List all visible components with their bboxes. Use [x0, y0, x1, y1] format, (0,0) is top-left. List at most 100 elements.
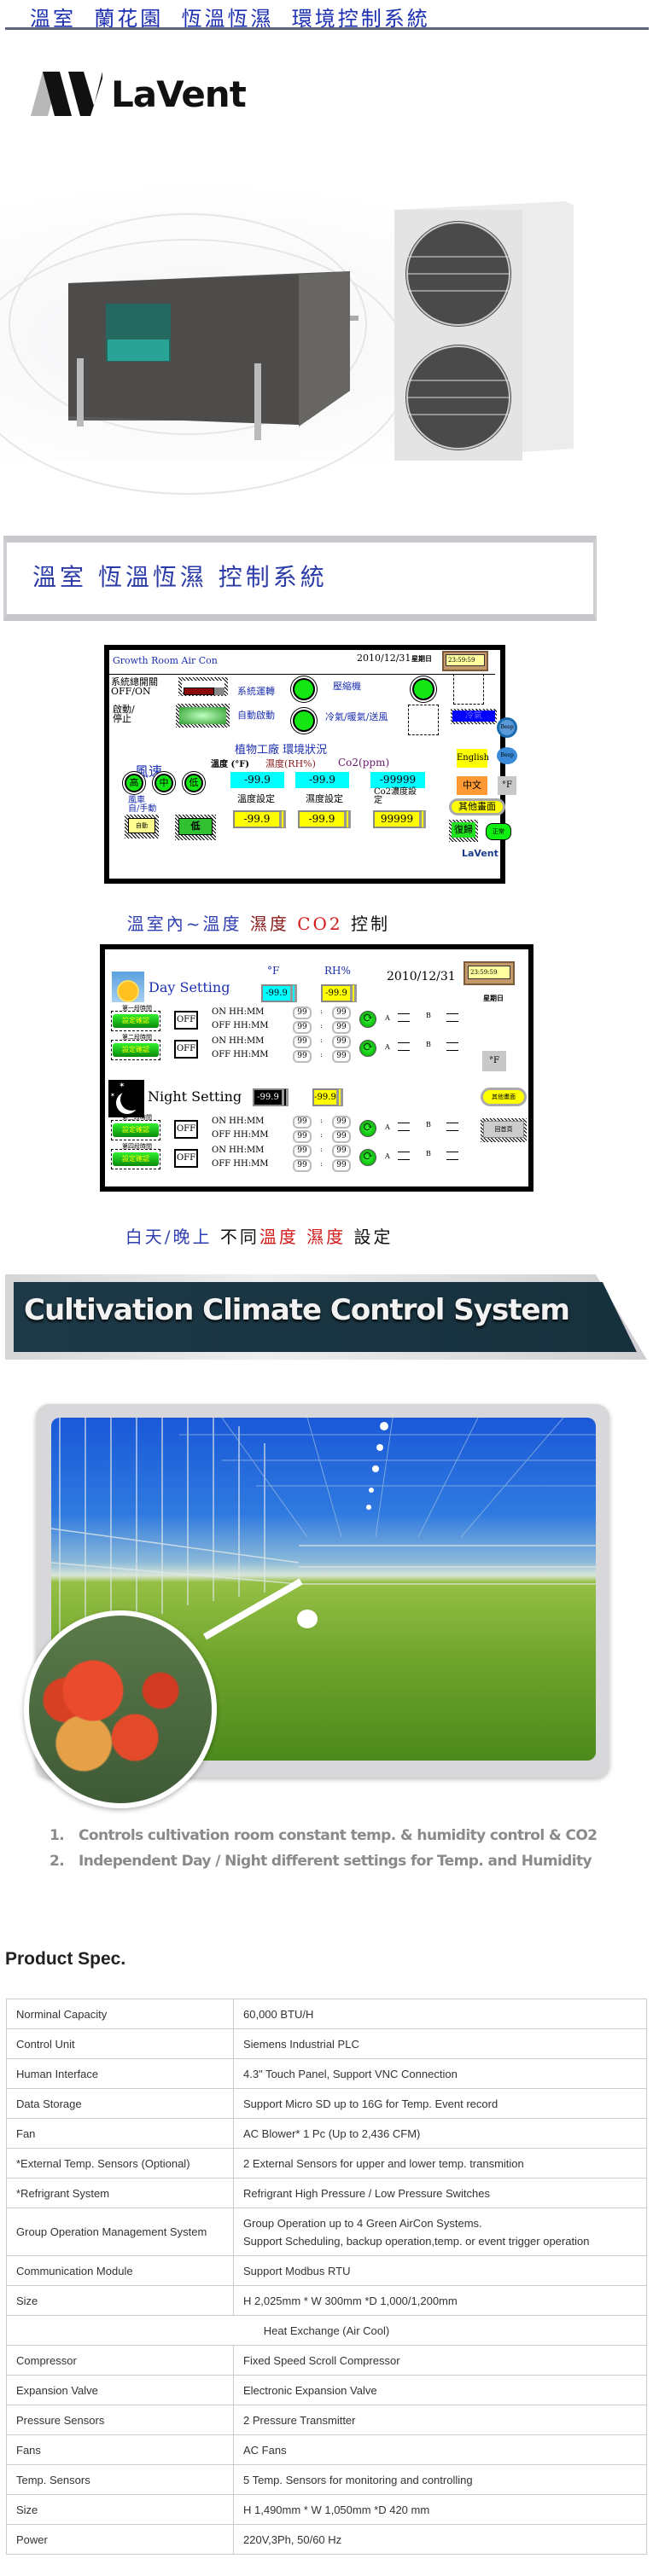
- timer-confirm-button[interactable]: 設定確認: [113, 1014, 159, 1028]
- timer-confirm-button[interactable]: 設定確認: [113, 1152, 159, 1166]
- spec-value: Support Micro SD up to 16G for Temp. Eve…: [233, 2088, 647, 2119]
- logo-wordmark: LaVent: [111, 73, 247, 115]
- timer-cycle-icon[interactable]: [359, 1148, 376, 1166]
- night-humidity-input[interactable]: -99.9: [312, 1088, 343, 1106]
- humidity-unit-label: RH%: [324, 965, 351, 977]
- section-banner-cultivation-title: Cultivation Climate Control System: [24, 1293, 570, 1327]
- system-switch-toggle[interactable]: [178, 677, 228, 696]
- timer-on-hour[interactable]: 99: [293, 1116, 312, 1128]
- timer-colon: :: [320, 1036, 323, 1044]
- caption-part: 白天/晚上: [125, 1227, 220, 1247]
- unit-toggle-button[interactable]: °F: [498, 776, 516, 795]
- timer-on-label: ON HH:MM: [212, 1117, 265, 1126]
- timer-cycle-icon[interactable]: [359, 1010, 376, 1028]
- timer-on-minute[interactable]: 99: [332, 1116, 351, 1128]
- normal-button[interactable]: 正常: [486, 823, 511, 840]
- reset-label: 復歸: [452, 822, 475, 838]
- reset-button[interactable]: 復歸: [449, 820, 478, 842]
- hmi2-clock-value: 23:59:59: [468, 966, 510, 979]
- humidity-reading: -99.9: [295, 772, 349, 788]
- beep-off-button[interactable]: Beep: [497, 717, 517, 738]
- timer-on-minute[interactable]: 99: [332, 1036, 351, 1048]
- spec-value: Fixed Speed Scroll Compressor: [233, 2345, 647, 2376]
- timer-a-label: A: [385, 1152, 390, 1160]
- spec-key: Fan: [6, 2118, 234, 2149]
- spec-key: Norminal Capacity: [6, 1999, 234, 2029]
- start-stop-button[interactable]: [176, 704, 230, 728]
- timer-on-minute[interactable]: 99: [332, 1007, 351, 1019]
- timer-off-minute[interactable]: 99: [332, 1050, 351, 1063]
- fan-low-button[interactable]: 低: [184, 774, 203, 792]
- spec-value: H 1,490mm * W 1,050mm *D 420 mm: [233, 2494, 647, 2525]
- other-screens-button[interactable]: 其他畫面: [481, 1088, 527, 1106]
- timer-state-toggle[interactable]: OFF: [174, 1011, 198, 1030]
- night-temp-input[interactable]: -99.9: [253, 1088, 289, 1106]
- timer-off-hour[interactable]: 99: [293, 1050, 312, 1063]
- timer-off-label: OFF HH:MM: [212, 1159, 269, 1169]
- temp-setpoint-label: 溫度設定: [237, 793, 275, 804]
- unit-toggle-button[interactable]: °F: [482, 1051, 506, 1071]
- spec-value: Support Modbus RTU: [233, 2255, 647, 2286]
- timer-b-label: B: [426, 1150, 431, 1157]
- timer-off-minute[interactable]: 99: [332, 1159, 351, 1172]
- timer-on-label: ON HH:MM: [212, 1007, 265, 1017]
- timer-colon: :: [320, 1022, 323, 1030]
- day-humidity-input[interactable]: -99.9: [321, 984, 357, 1002]
- caption-part: 不同: [219, 1227, 259, 1247]
- timer-state-toggle[interactable]: OFF: [174, 1149, 198, 1168]
- caption-part: 溫度: [259, 1227, 307, 1247]
- timer-cycle-icon[interactable]: [359, 1119, 376, 1137]
- beep-on-button[interactable]: Beep: [497, 747, 517, 764]
- mode-select-button[interactable]: 冷氣: [451, 709, 497, 724]
- fan-mid-button[interactable]: 中: [155, 774, 173, 792]
- timer-on-hour[interactable]: 99: [293, 1036, 312, 1048]
- timer-off-minute[interactable]: 99: [332, 1021, 351, 1034]
- timer-a-value: [398, 1042, 410, 1051]
- timer-on-minute[interactable]: 99: [332, 1145, 351, 1157]
- timer-state-toggle[interactable]: OFF: [174, 1040, 198, 1059]
- timer-confirm-frame: 設定確認: [111, 1040, 160, 1060]
- temp-unit-label: °F: [267, 965, 280, 977]
- spec-key: Size: [6, 2285, 234, 2316]
- timer-on-hour[interactable]: 99: [293, 1007, 312, 1019]
- spec-row: Heat Exchange (Air Cool): [6, 2315, 647, 2346]
- timer-confirm-button[interactable]: 設定確認: [113, 1123, 159, 1137]
- home-button[interactable]: 回首頁: [481, 1118, 527, 1142]
- caption-day-night-settings: 白天/晚上 不同溫度 濕度 設定: [109, 1203, 394, 1248]
- fan-mode-label: 風車 自/手動: [128, 796, 157, 814]
- timer-off-minute[interactable]: 99: [332, 1130, 351, 1143]
- system-running-label: 系統運轉: [237, 686, 275, 697]
- spec-key: *External Temp. Sensors (Optional): [6, 2148, 234, 2179]
- other-screens-button[interactable]: 其他畫面: [449, 798, 505, 815]
- fan-high-button[interactable]: 高: [125, 774, 143, 792]
- spec-row: Norminal Capacity 60,000 BTU/H: [6, 1999, 647, 2029]
- timer-confirm-button[interactable]: 設定確認: [113, 1043, 159, 1057]
- timer-on-hour[interactable]: 99: [293, 1145, 312, 1157]
- timer-off-label: OFF HH:MM: [212, 1130, 269, 1140]
- hmi-day-night-screen: Day Setting °F RH% -99.9 -99.9 2010/12/3…: [100, 944, 533, 1192]
- timer-off-hour[interactable]: 99: [293, 1130, 312, 1143]
- chinese-button[interactable]: 中文: [457, 776, 487, 795]
- header-divider: [5, 27, 649, 30]
- night-setting-label: Night Setting: [148, 1088, 242, 1105]
- timer-state-toggle[interactable]: OFF: [174, 1120, 198, 1139]
- hmi-main-screen: Growth Room Air Con 2010/12/31 星期日 23:59…: [104, 645, 517, 884]
- spec-key: Size: [6, 2494, 234, 2525]
- timer-on-label: ON HH:MM: [212, 1146, 265, 1155]
- co2-reading: -99999: [370, 772, 425, 788]
- timer-off-hour[interactable]: 99: [293, 1159, 312, 1172]
- timer-off-hour[interactable]: 99: [293, 1021, 312, 1034]
- auto-start-indicator: [293, 710, 315, 732]
- day-temp-input[interactable]: -99.9: [261, 984, 297, 1002]
- co2-setpoint-input[interactable]: 99999: [373, 810, 426, 828]
- fan-level-button[interactable]: 低: [175, 815, 216, 840]
- spec-key: Pressure Sensors: [6, 2405, 234, 2435]
- spec-row: Communication Module Support Modbus RTU: [6, 2255, 647, 2286]
- timer-cycle-icon[interactable]: [359, 1039, 376, 1057]
- timer-off-label: OFF HH:MM: [212, 1021, 269, 1030]
- fan-auto-button[interactable]: 自動: [125, 815, 159, 838]
- english-button[interactable]: English: [457, 749, 489, 768]
- temp-setpoint-input[interactable]: -99.9: [233, 810, 286, 828]
- spec-value: AC Fans: [233, 2434, 647, 2465]
- humidity-setpoint-input[interactable]: -99.9: [298, 810, 351, 828]
